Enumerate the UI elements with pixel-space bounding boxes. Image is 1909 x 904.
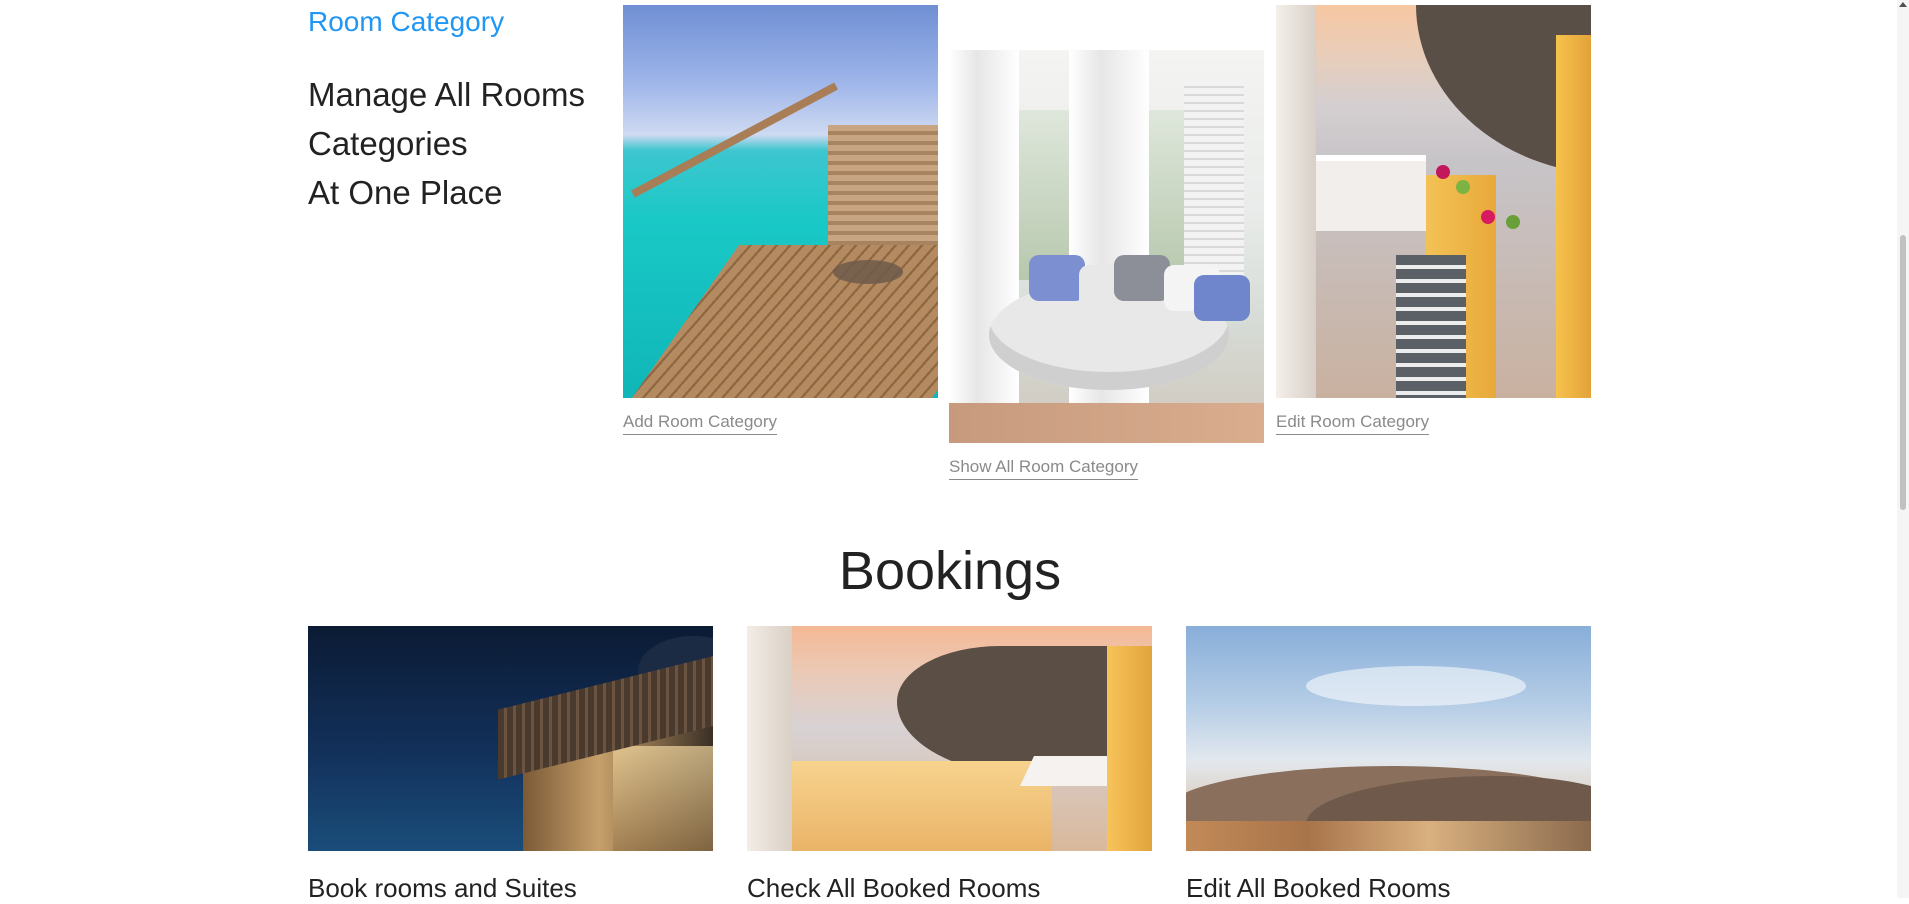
bookings-heading: Bookings: [838, 541, 1062, 601]
show-all-room-category-link[interactable]: Show All Room Category: [949, 457, 1138, 480]
edit-room-category-tile: Edit Room Category: [1276, 5, 1591, 435]
lead-line: At One Place: [308, 174, 503, 211]
night-villa-photo[interactable]: [308, 626, 713, 851]
daybed-photo[interactable]: [949, 50, 1264, 443]
lead-line: Categories: [308, 125, 468, 162]
santorini-terrace-photo[interactable]: [747, 626, 1152, 851]
scrollbar-thumb[interactable]: [1900, 235, 1906, 510]
add-room-category-tile: Add Room Category: [623, 5, 938, 435]
book-rooms-card[interactable]: Book rooms and Suites: [308, 626, 713, 904]
scroll-up-arrow-icon[interactable]: [1899, 2, 1907, 7]
santorini-stairs-photo[interactable]: [1276, 5, 1591, 398]
vertical-scrollbar[interactable]: [1897, 0, 1909, 898]
room-category-kicker: Room Category: [308, 6, 505, 37]
edit-room-category-link[interactable]: Edit Room Category: [1276, 412, 1430, 435]
edit-booked-rooms-card[interactable]: Edit All Booked Rooms: [1186, 626, 1591, 904]
room-category-lead: Manage All Rooms Categories At One Place: [308, 70, 628, 217]
check-booked-rooms-title[interactable]: Check All Booked Rooms: [747, 873, 1152, 904]
book-rooms-title[interactable]: Book rooms and Suites: [308, 873, 713, 904]
show-all-room-category-tile: Show All Room Category: [949, 50, 1264, 480]
deck-sea-photo[interactable]: [623, 5, 938, 398]
lead-line: Manage All Rooms: [308, 76, 585, 113]
edit-booked-rooms-title[interactable]: Edit All Booked Rooms: [1186, 873, 1591, 904]
hills-landscape-photo[interactable]: [1186, 626, 1591, 851]
check-booked-rooms-card[interactable]: Check All Booked Rooms: [747, 626, 1152, 904]
add-room-category-link[interactable]: Add Room Category: [623, 412, 778, 435]
